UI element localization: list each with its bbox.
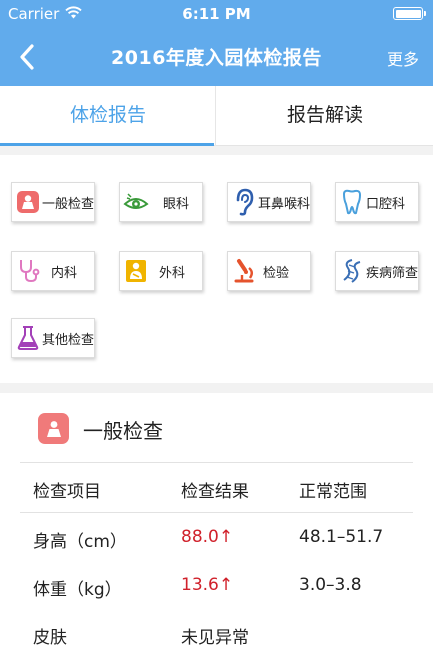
status-time: 6:11 PM: [182, 5, 251, 23]
stethoscope-icon: [15, 257, 41, 285]
more-button[interactable]: 更多: [387, 46, 419, 70]
row-result: 13.6↑: [181, 575, 234, 595]
category-label: 内科: [51, 265, 78, 281]
dna-icon: [339, 257, 365, 285]
tab-bar: 体检报告 报告解读: [0, 86, 433, 146]
tab-report[interactable]: 体检报告: [0, 86, 216, 146]
row-item: 体重（kg）: [33, 580, 122, 600]
ear-icon: [231, 188, 257, 216]
category-general-button[interactable]: 一般检查: [11, 182, 95, 222]
column-header-range: 正常范围: [299, 482, 367, 502]
category-label: 其他检查: [42, 332, 95, 348]
section-title: 一般检查: [83, 419, 163, 443]
app-header: Carrier 6:11 PM 2016年度入园体检报告 更多: [0, 0, 433, 86]
category-surgery-button[interactable]: 外科: [119, 251, 203, 291]
microscope-icon: [231, 257, 257, 285]
category-label: 一般检查: [42, 196, 95, 212]
column-header-result: 检查结果: [181, 482, 249, 502]
tab-interpretation[interactable]: 报告解读: [217, 86, 433, 146]
category-other-button[interactable]: 其他检查: [11, 318, 95, 358]
category-label: 眼科: [163, 196, 190, 212]
category-ent-button[interactable]: 耳鼻喉科: [227, 182, 311, 222]
row-item: 身高（cm）: [33, 532, 127, 552]
tab-divider: [215, 86, 216, 146]
scale-icon: [15, 188, 41, 216]
scale-icon: [38, 413, 69, 444]
battery-icon: [393, 7, 426, 20]
chevron-left-icon: [20, 44, 34, 70]
category-label: 外科: [159, 265, 186, 281]
category-dental-button[interactable]: 口腔科: [335, 182, 419, 222]
row-item: 皮肤: [33, 628, 67, 648]
row-range: 48.1–51.7: [299, 527, 384, 547]
divider: [20, 512, 413, 513]
category-label: 检验: [263, 265, 290, 281]
category-grid: 一般检查 眼科 耳鼻喉科 口腔科 内科 外科 检验 疾病筛查 其他检查: [0, 155, 433, 383]
category-screening-button[interactable]: 疾病筛查: [335, 251, 419, 291]
category-label: 疾病筛查: [366, 265, 419, 281]
report-section: 一般检查 检查项目 检查结果 正常范围 身高（cm） 88.0↑ 48.1–51…: [0, 393, 433, 650]
divider: [20, 462, 413, 463]
row-result: 88.0↑: [181, 527, 234, 547]
eye-icon: [123, 188, 149, 216]
category-eye-button[interactable]: 眼科: [119, 182, 203, 222]
status-bar: Carrier 6:11 PM: [0, 0, 433, 28]
row-range: 3.0–3.8: [299, 575, 362, 595]
back-button[interactable]: [18, 40, 48, 74]
category-lab-button[interactable]: 检验: [227, 251, 311, 291]
category-label: 口腔科: [366, 196, 406, 212]
category-label: 耳鼻喉科: [258, 196, 311, 212]
active-tab-indicator: [0, 143, 214, 146]
flask-icon: [15, 324, 41, 352]
row-result: 未见异常: [181, 628, 249, 648]
category-internal-button[interactable]: 内科: [11, 251, 95, 291]
tooth-icon: [339, 188, 365, 216]
column-header-item: 检查项目: [33, 482, 101, 502]
page-title: 2016年度入园体检报告: [111, 47, 322, 69]
bandage-person-icon: [123, 257, 149, 285]
status-right: [393, 7, 426, 20]
